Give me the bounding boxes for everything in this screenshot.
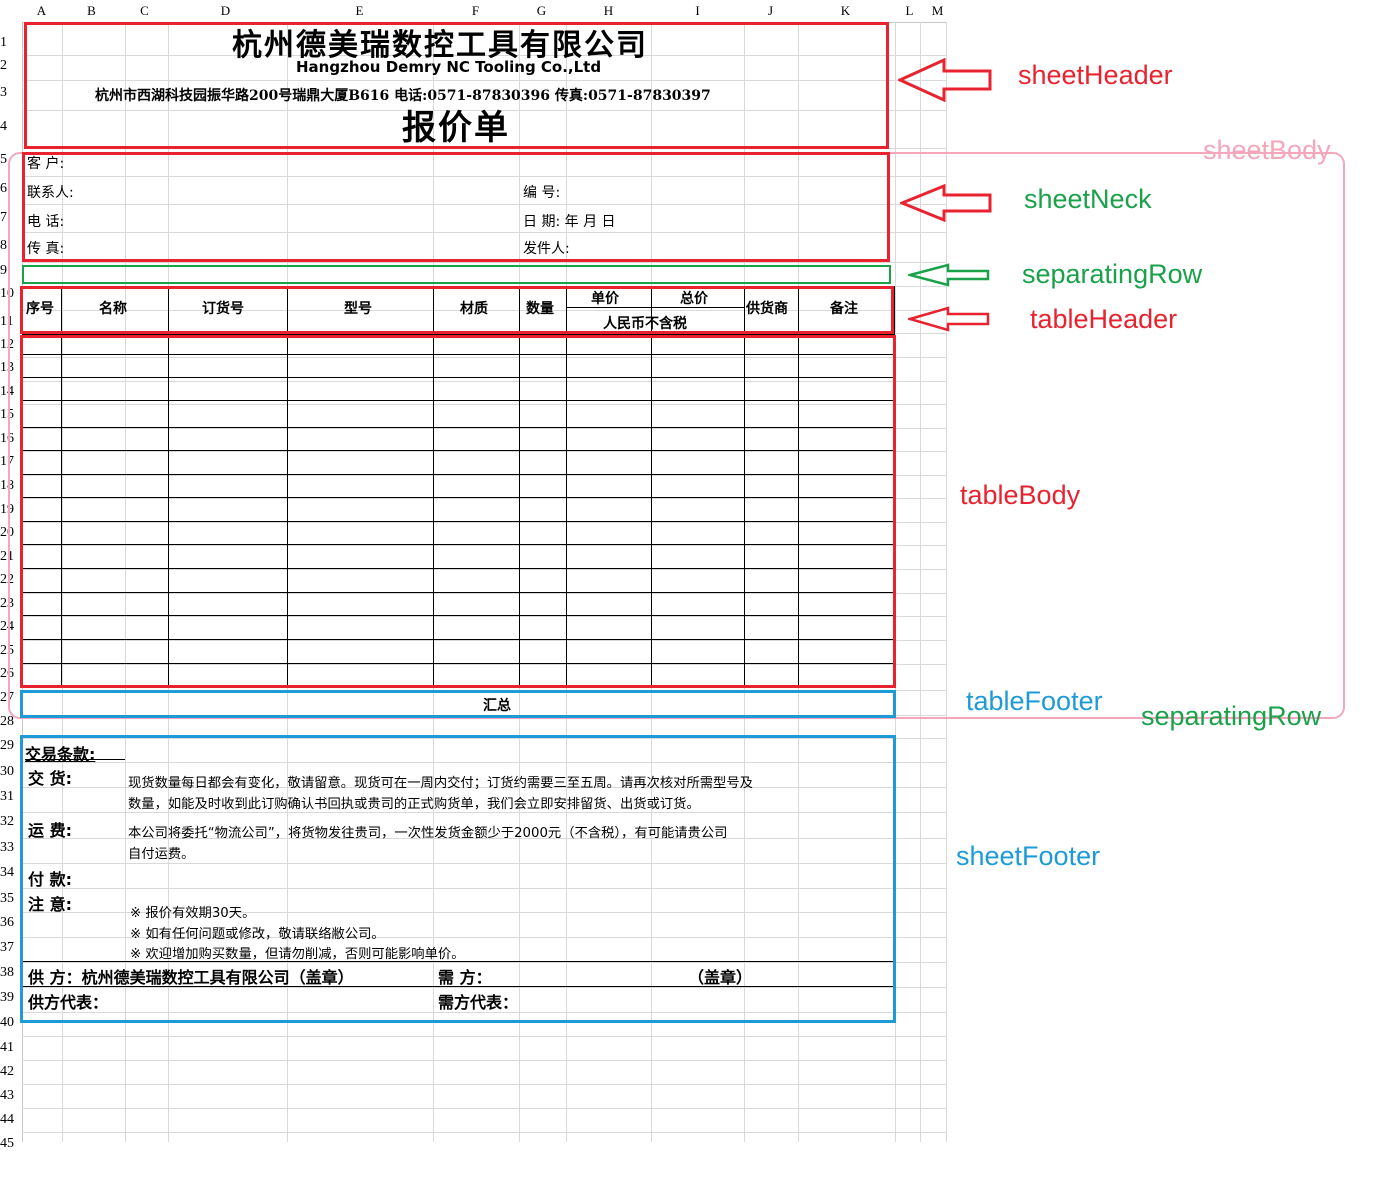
label-table-header: tableHeader	[1030, 304, 1178, 334]
column-header[interactable]: J	[763, 3, 778, 19]
row-header[interactable]: 30	[0, 764, 22, 780]
label-sheet-neck: sheetNeck	[1024, 184, 1152, 214]
table-footer-region	[20, 690, 896, 718]
separating-row-arrow-icon	[908, 263, 990, 287]
column-header[interactable]: F	[468, 3, 483, 19]
row-header[interactable]: 44	[0, 1112, 22, 1128]
sheet-neck-region	[22, 152, 890, 262]
table-header-arrow-icon	[908, 306, 990, 332]
row-header[interactable]: 41	[0, 1040, 22, 1056]
row-header[interactable]: 36	[0, 915, 22, 931]
sheet-footer-region	[20, 735, 896, 1023]
row-header[interactable]: 33	[0, 840, 22, 856]
grid-row-line	[22, 1060, 946, 1061]
column-header[interactable]: L	[902, 3, 917, 19]
row-header[interactable]: 1	[0, 35, 22, 51]
column-header[interactable]: H	[601, 3, 616, 19]
row-header[interactable]: 3	[0, 85, 22, 101]
label-sheet-body: sheetBody	[1203, 135, 1331, 165]
row-header[interactable]: 4	[0, 119, 22, 135]
row-header[interactable]: 37	[0, 940, 22, 956]
row-header[interactable]: 32	[0, 814, 22, 830]
row-header[interactable]: 45	[0, 1136, 22, 1152]
table-body-region	[20, 335, 896, 688]
column-header[interactable]: E	[352, 3, 367, 19]
sheet-header-region	[24, 22, 889, 149]
column-header[interactable]: G	[534, 3, 549, 19]
column-header[interactable]: K	[838, 3, 853, 19]
row-header[interactable]: 34	[0, 865, 22, 881]
label-table-footer: tableFooter	[966, 686, 1103, 716]
row-header[interactable]: 31	[0, 789, 22, 805]
label-table-body: tableBody	[960, 480, 1081, 510]
separating-row-region	[22, 265, 891, 284]
column-header[interactable]: B	[84, 3, 99, 19]
sheet-neck-arrow-icon	[900, 184, 992, 222]
label-separating-row-2: separatingRow	[1141, 701, 1322, 731]
column-header[interactable]: M	[930, 3, 945, 19]
sheet-header-arrow-icon	[898, 58, 992, 102]
row-header[interactable]: 35	[0, 891, 22, 907]
grid-row-line	[22, 1084, 946, 1085]
row-header[interactable]: 2	[0, 58, 22, 74]
row-header[interactable]: 43	[0, 1088, 22, 1104]
column-header[interactable]: I	[690, 3, 705, 19]
row-header[interactable]: 29	[0, 738, 22, 754]
row-header[interactable]: 38	[0, 965, 22, 981]
column-header[interactable]: D	[218, 3, 233, 19]
row-header[interactable]: 40	[0, 1015, 22, 1031]
column-header[interactable]: A	[34, 3, 49, 19]
column-header[interactable]: C	[137, 3, 152, 19]
row-header[interactable]: 42	[0, 1064, 22, 1080]
row-header[interactable]: 39	[0, 990, 22, 1006]
label-sheet-footer: sheetFooter	[956, 841, 1101, 871]
table-header-region	[20, 286, 894, 334]
label-separating-row: separatingRow	[1022, 259, 1203, 289]
grid-row-line	[22, 1132, 946, 1133]
grid-row-line	[22, 1036, 946, 1037]
label-sheet-header: sheetHeader	[1018, 60, 1173, 90]
grid-row-line	[22, 1108, 946, 1109]
